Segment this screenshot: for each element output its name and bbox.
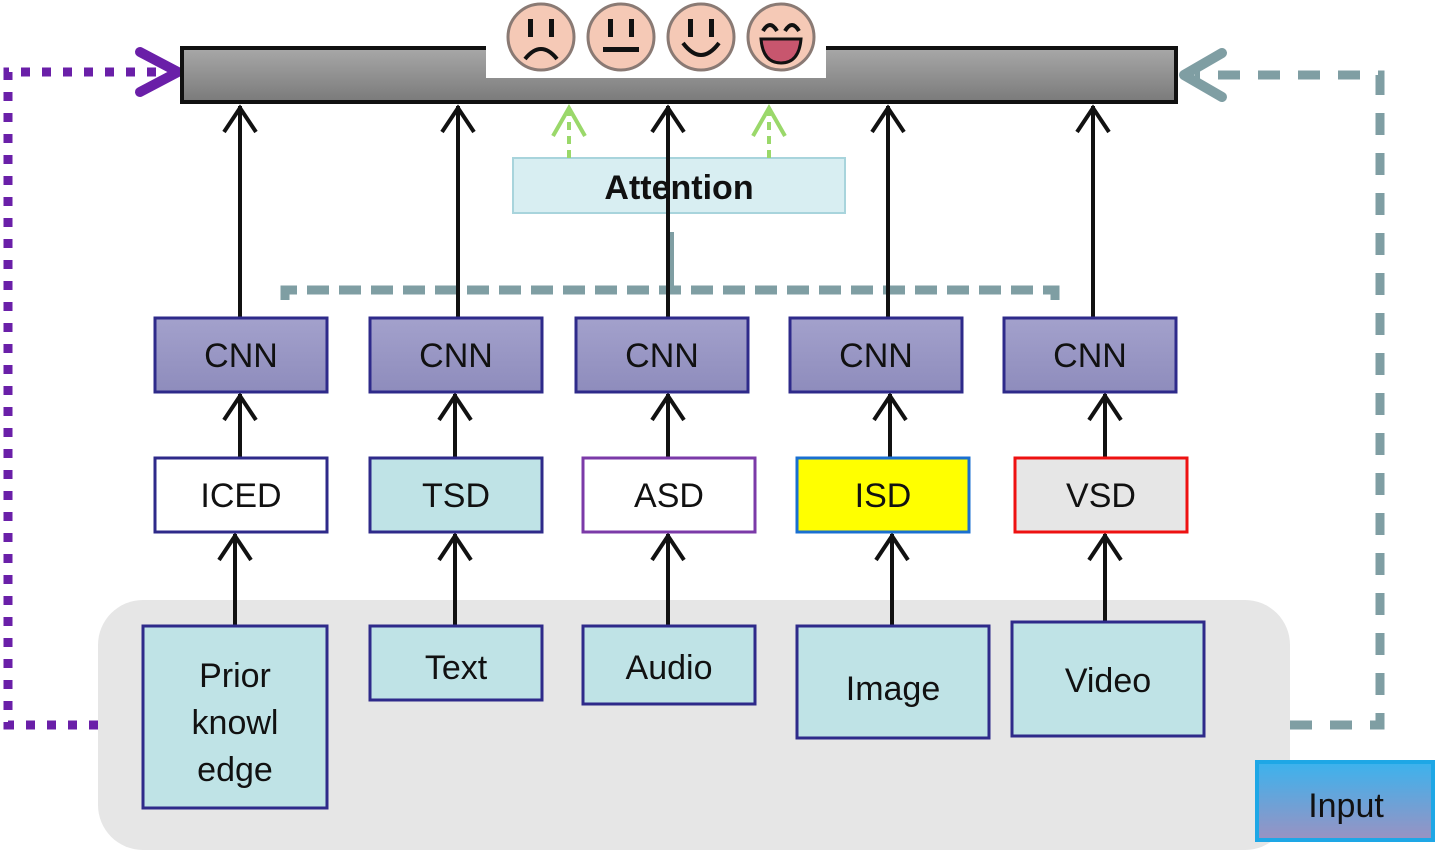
text-input-label: Text	[425, 649, 488, 687]
text-analysis-label: TSD	[422, 477, 490, 515]
prior-analysis-to-cnn-arrow	[222, 392, 258, 458]
audio-analysis-to-cnn-arrow	[650, 392, 686, 458]
text-cnn-label: CNN	[419, 337, 493, 375]
prior-input-label: edge	[197, 751, 273, 789]
attention-label: Attention	[604, 169, 753, 207]
prior-analysis-label: ICED	[200, 477, 281, 515]
audio-cnn-label: CNN	[625, 337, 699, 375]
architecture-diagram: Attention CNN ICED Prior knowl edge CNN TSD Tex…	[3, 0, 1435, 850]
prior-cnn-label: CNN	[204, 337, 278, 375]
prior-input-label: Prior	[199, 657, 271, 695]
video-cnn-label: CNN	[1053, 337, 1127, 375]
image-input-label: Image	[846, 670, 941, 708]
smile-face-icon	[666, 2, 736, 72]
laughing-face-icon	[746, 2, 816, 72]
prior-cnn-to-output-arrow	[222, 104, 258, 318]
image-analysis-label: ISD	[855, 477, 912, 515]
prior-input-label: knowl	[192, 704, 279, 742]
video-cnn-to-output-arrow	[1075, 104, 1111, 318]
prior-feedback-arrowhead	[135, 47, 183, 97]
input-feedback-arrowhead	[1179, 48, 1227, 102]
audio-analysis-label: ASD	[634, 477, 704, 515]
image-cnn-label: CNN	[839, 337, 913, 375]
neutral-face-icon	[586, 2, 656, 72]
sad-face-icon	[506, 2, 576, 72]
video-analysis-label: VSD	[1066, 477, 1136, 515]
video-input-label: Video	[1065, 662, 1151, 700]
video-analysis-to-cnn-arrow	[1087, 392, 1123, 458]
audio-input-label: Audio	[626, 649, 713, 687]
input-group-label: Input	[1308, 787, 1384, 825]
image-analysis-to-cnn-arrow	[872, 392, 908, 458]
text-analysis-to-cnn-arrow	[437, 392, 473, 458]
